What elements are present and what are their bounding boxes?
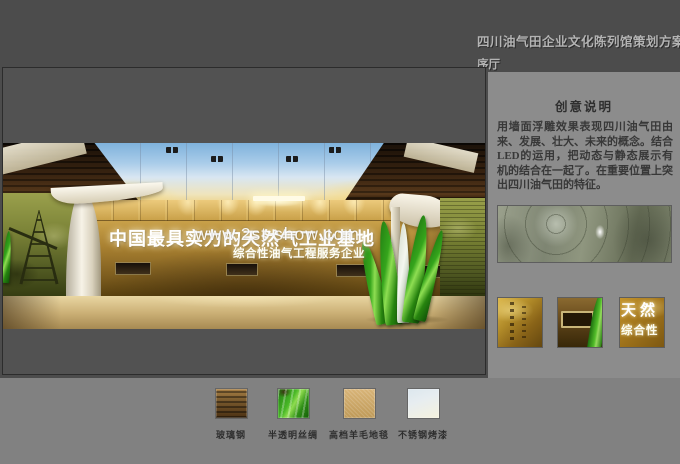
right-mural <box>440 198 485 301</box>
light-fixture <box>286 156 298 162</box>
panel-body-text: 用墙面浮雕效果表现四川油气田由来、发展、壮大、未来的概念。结合LED的运用，把动… <box>497 120 673 193</box>
description-panel: 创意说明 用墙面浮雕效果表现四川油气田由来、发展、壮大、未来的概念。结合LED的… <box>488 72 680 383</box>
light-fixture <box>166 147 178 153</box>
panel-heading: 创意说明 <box>488 96 680 115</box>
exhibition-hall-render: 中国最具实力的天然气工业基地 综合性油气工程服务企业 www.2st-show.… <box>3 143 485 329</box>
closeup-text-line1: 天然 <box>621 299 659 320</box>
page-subtitle: 序厅 <box>477 56 677 72</box>
closeup-text-line2: 综合性 <box>621 322 659 338</box>
materials-strip: 玻璃钢 半透明丝绸 高档羊毛地毯 不锈钢烤漆 <box>0 378 680 464</box>
wall-niche <box>115 262 151 275</box>
light-fixture <box>329 147 341 153</box>
wool-carpet-swatch <box>343 388 376 419</box>
wall-light-slot <box>253 196 305 201</box>
stone-relief-detail-image <box>497 205 672 263</box>
page-title: 四川油气田企业文化陈列馆策划方案 <box>477 31 677 50</box>
wall-slogan-line2: 综合性油气工程服务企业 <box>233 245 365 261</box>
wall-niche <box>226 263 258 276</box>
gold-calligraphy-detail-image <box>497 297 543 348</box>
light-fixture <box>211 156 223 162</box>
watermark-text: www.2st-show.com <box>195 224 360 245</box>
silk-swatch <box>277 388 310 419</box>
material-label: 不锈钢烤漆 <box>378 428 468 441</box>
niche-detail <box>561 311 594 328</box>
header: 四川油气田企业文化陈列馆策划方案 序厅 <box>477 31 677 72</box>
material-stainless-steel: 不锈钢烤漆 <box>378 388 468 441</box>
fiberglass-swatch <box>215 388 248 419</box>
niche-and-leaf-detail-image <box>557 297 603 348</box>
wall-text-closeup-image: 天然 综合性 <box>619 297 665 348</box>
stainless-steel-swatch <box>407 388 440 419</box>
main-render-frame: 中国最具实力的天然气工业基地 综合性油气工程服务企业 www.2st-show.… <box>2 67 486 375</box>
